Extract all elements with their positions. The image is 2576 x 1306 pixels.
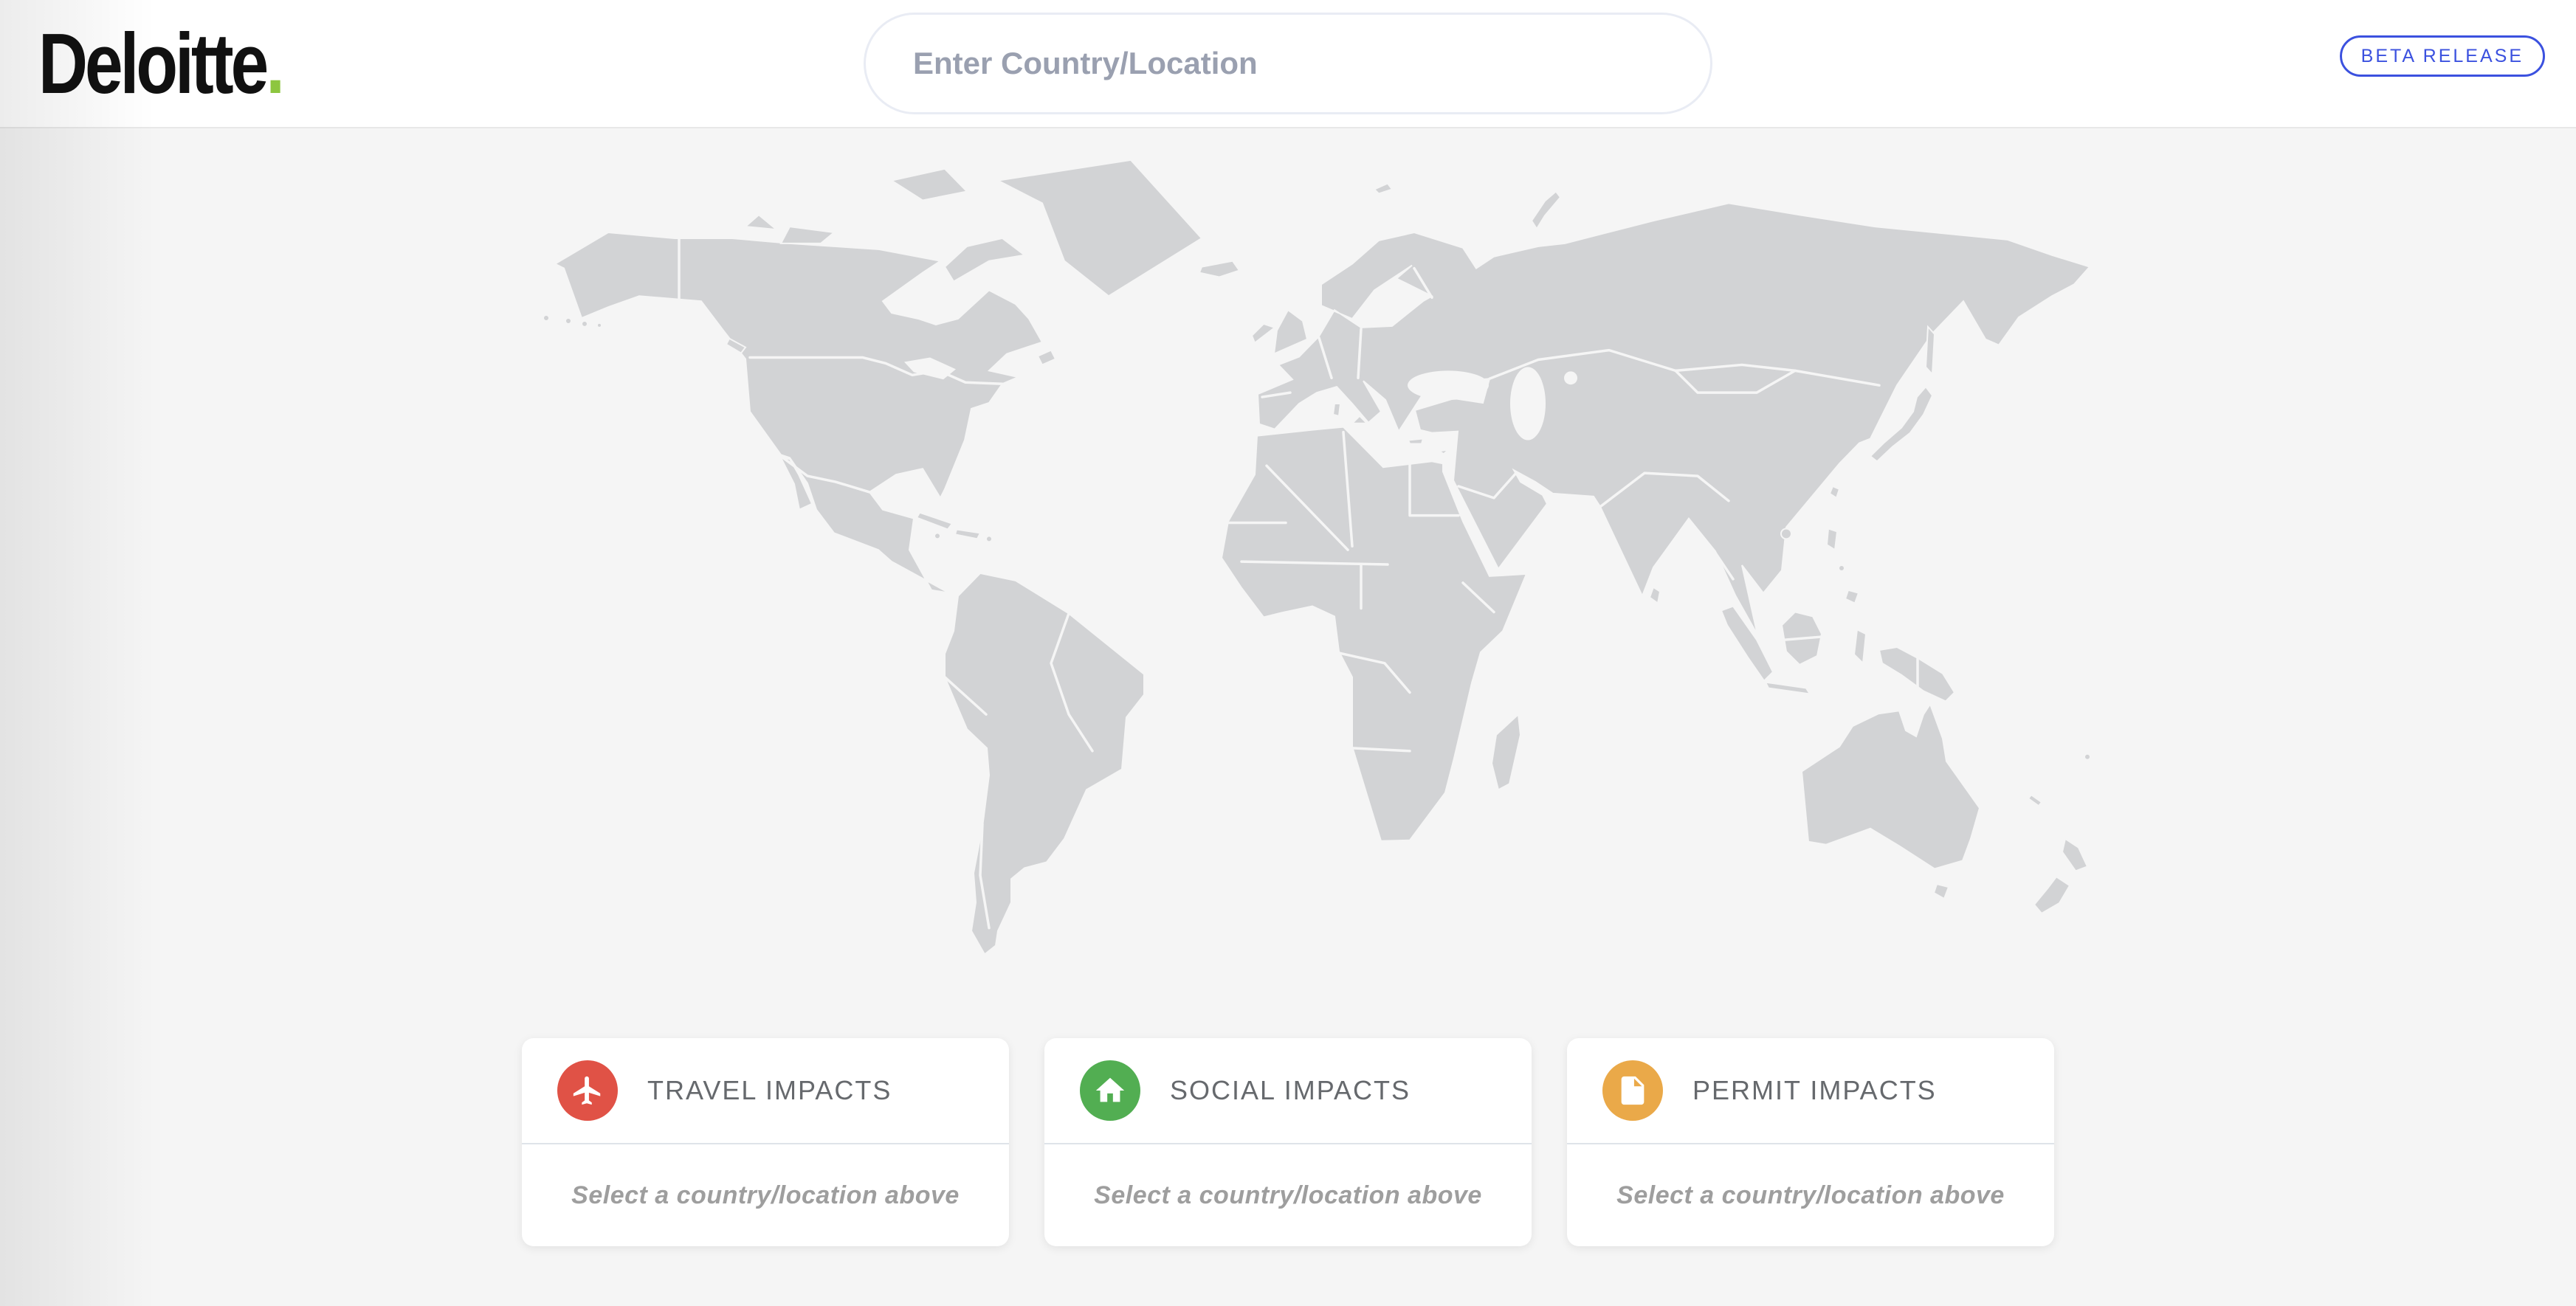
social-impacts-header[interactable]: SOCIAL IMPACTS [1044,1038,1532,1143]
card-title: PERMIT IMPACTS [1692,1075,1937,1106]
brand-dot: . [266,15,285,111]
search-container [864,13,1712,114]
header: Deloitte. BETA RELEASE [0,0,2576,128]
brand-name: Deloitte [38,15,266,111]
social-impacts-card: SOCIAL IMPACTS Select a country/location… [1044,1038,1532,1246]
permit-impacts-body: Select a country/location above [1567,1144,2054,1246]
permit-impacts-card: PERMIT IMPACTS Select a country/location… [1567,1038,2054,1246]
travel-impacts-card: TRAVEL IMPACTS Select a country/location… [522,1038,1009,1246]
world-map[interactable] [502,151,2096,985]
impact-cards: TRAVEL IMPACTS Select a country/location… [522,1038,2054,1246]
travel-impacts-body: Select a country/location above [522,1144,1009,1246]
deloitte-logo: Deloitte. [38,21,347,106]
permit-impacts-header[interactable]: PERMIT IMPACTS [1567,1038,2054,1143]
social-impacts-body: Select a country/location above [1044,1144,1532,1246]
document-icon [1602,1060,1663,1121]
empty-state-text: Select a country/location above [1616,1181,2005,1210]
empty-state-text: Select a country/location above [1094,1181,1482,1210]
empty-state-text: Select a country/location above [571,1181,960,1210]
travel-impacts-header[interactable]: TRAVEL IMPACTS [522,1038,1009,1143]
card-title: SOCIAL IMPACTS [1170,1075,1411,1106]
home-icon [1080,1060,1140,1121]
left-edge-shadow [0,0,155,1306]
beta-release-badge: BETA RELEASE [2340,35,2545,77]
country-search-input[interactable] [864,13,1712,114]
card-title: TRAVEL IMPACTS [647,1075,892,1106]
airplane-icon [557,1060,618,1121]
